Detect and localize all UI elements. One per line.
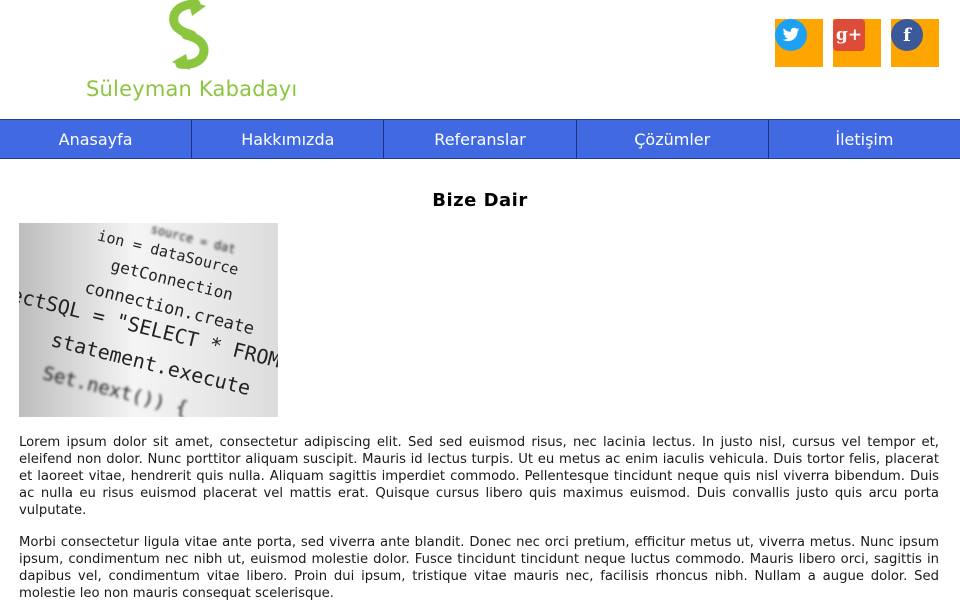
facebook-icon: f: [891, 19, 923, 51]
social-links: g+ f: [775, 19, 939, 67]
logo-text: Süleyman Kabadayı: [86, 77, 298, 101]
paragraph-1: Lorem ipsum dolor sit amet, consectetur …: [19, 435, 939, 518]
nav-item-anasayfa[interactable]: Anasayfa: [0, 120, 193, 158]
site-header: Süleyman Kabadayı g+ f: [0, 0, 960, 119]
nav-item-iletisim[interactable]: İletişim: [769, 120, 960, 158]
site-logo[interactable]: Süleyman Kabadayı: [86, 0, 306, 110]
logo-s-icon: [169, 0, 209, 70]
twitter-icon: [775, 19, 807, 51]
main-content: Bize Dair source = dat ion = dataSource …: [0, 159, 960, 601]
twitter-button[interactable]: [775, 19, 823, 67]
main-nav: Anasayfa Hakkımızda Referanslar Çözümler…: [0, 119, 960, 159]
nav-item-referanslar[interactable]: Referanslar: [384, 120, 577, 158]
nav-item-hakkimizda[interactable]: Hakkımızda: [192, 120, 385, 158]
paragraph-2: Morbi consectetur ligula vitae ante port…: [19, 535, 939, 601]
page-title: Bize Dair: [432, 190, 528, 211]
facebook-button[interactable]: f: [891, 19, 939, 67]
code-image: source = dat ion = dataSource getConnect…: [19, 223, 278, 417]
nav-item-cozumler[interactable]: Çözümler: [577, 120, 769, 158]
google-plus-icon: g+: [833, 19, 865, 51]
google-plus-button[interactable]: g+: [833, 19, 881, 67]
